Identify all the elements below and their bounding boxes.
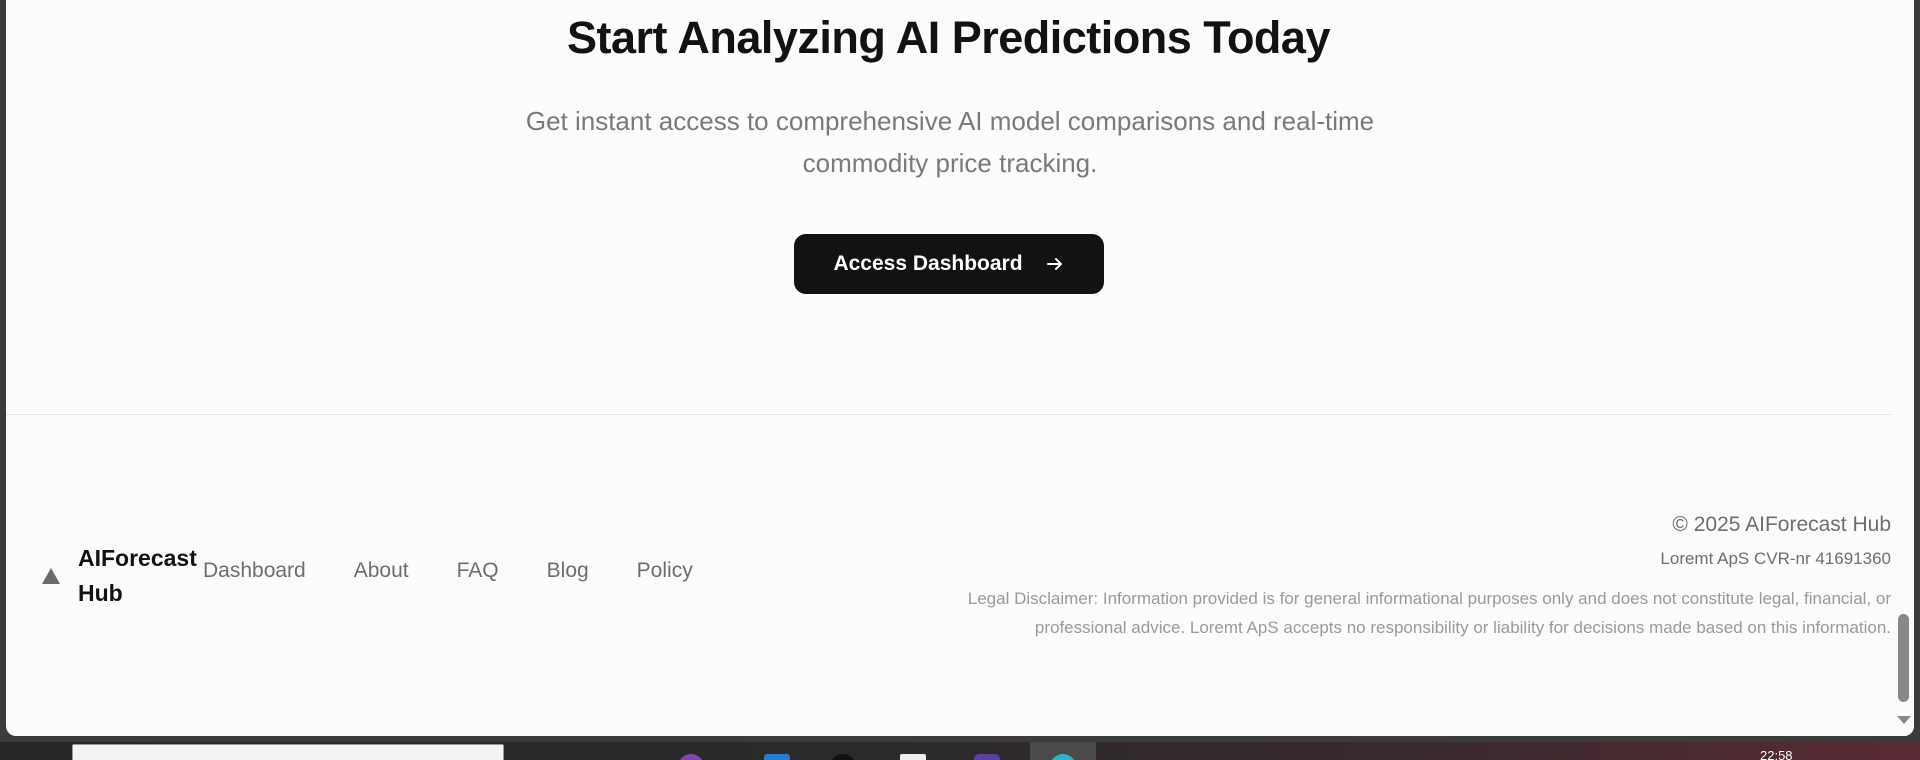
vertical-scrollbar[interactable]: [1892, 0, 1914, 736]
page-viewport[interactable]: Start Analyzing AI Predictions Today Get…: [6, 0, 1914, 736]
app-icon[interactable]: [830, 754, 856, 760]
app-icon[interactable]: [764, 754, 790, 760]
scroll-thumb[interactable]: [1898, 614, 1909, 702]
app-icon[interactable]: [974, 754, 1000, 760]
footer-brand[interactable]: AIForecast Hub: [42, 541, 208, 611]
taskbar-search-box[interactable]: [72, 744, 504, 760]
footer-link-faq[interactable]: FAQ: [457, 559, 499, 583]
access-dashboard-label: Access Dashboard: [833, 252, 1023, 275]
legal-disclaimer: Legal Disclaimer: Information provided i…: [967, 589, 1891, 637]
cta-title: Start Analyzing AI Predictions Today: [567, 12, 1330, 63]
taskbar-clock[interactable]: 22:58: [1760, 748, 1793, 760]
app-icon[interactable]: [900, 754, 926, 760]
copyright-text: © 2025 AIForecast Hub: [1672, 513, 1891, 536]
access-dashboard-button[interactable]: Access Dashboard: [794, 234, 1104, 294]
footer-link-dashboard[interactable]: Dashboard: [203, 559, 306, 583]
arrow-right-icon: [1045, 254, 1065, 274]
browser-window: Start Analyzing AI Predictions Today Get…: [0, 0, 1920, 742]
os-taskbar: 22:58: [0, 742, 1920, 760]
scroll-down-arrow-icon[interactable]: [1897, 716, 1911, 724]
footer-link-blog[interactable]: Blog: [547, 559, 589, 583]
footer-link-about[interactable]: About: [354, 559, 409, 583]
company-registration: Loremt ApS CVR-nr 41691360: [1660, 549, 1891, 568]
cta-section: Start Analyzing AI Predictions Today Get…: [6, 0, 1891, 414]
footer-nav: Dashboard About FAQ Blog Policy: [203, 559, 693, 583]
footer: AIForecast Hub Dashboard About FAQ Blog …: [6, 415, 1891, 736]
cta-subtitle: Get instant access to comprehensive AI m…: [525, 106, 1375, 178]
footer-link-policy[interactable]: Policy: [637, 559, 693, 583]
triangle-logo-icon: [42, 568, 60, 584]
app-icon[interactable]: [678, 754, 704, 760]
footer-legal: © 2025 AIForecast Hub Loremt ApS CVR-nr …: [741, 510, 1891, 642]
brand-name: AIForecast Hub: [78, 545, 197, 606]
